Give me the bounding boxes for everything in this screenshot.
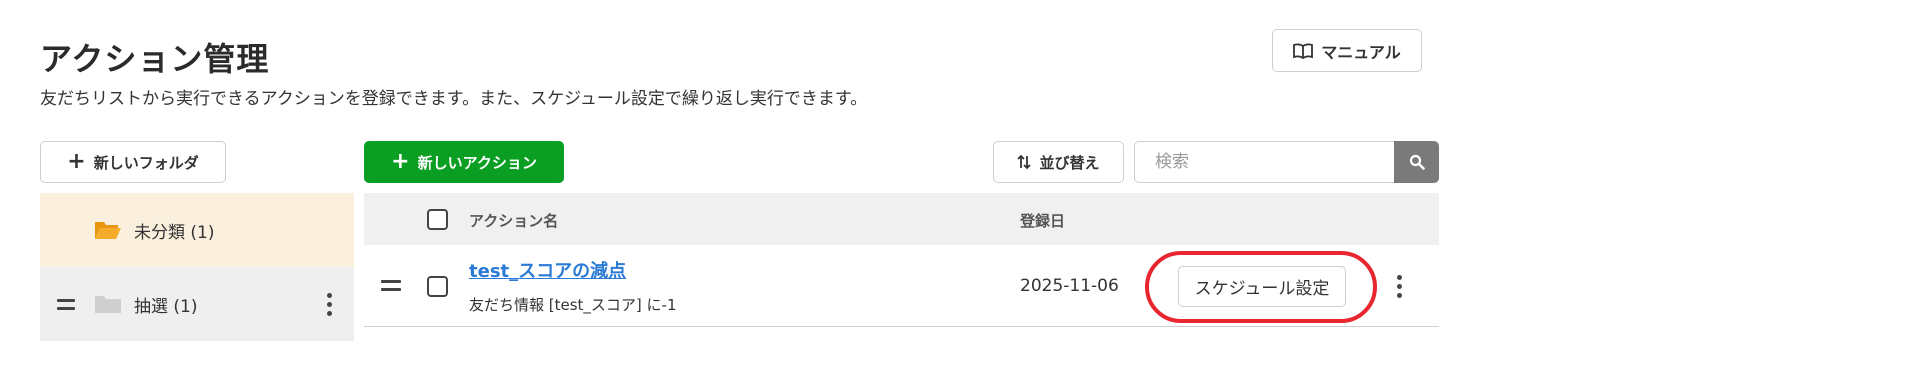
new-folder-label: 新しいフォルダ — [93, 153, 199, 172]
sort-button[interactable]: 並び替え — [993, 141, 1124, 183]
folder-list: 未分類 (1) 抽選 (1) — [40, 193, 354, 341]
book-icon — [1293, 42, 1314, 59]
table-header: アクション名 登録日 — [364, 193, 1439, 245]
search-bar — [1134, 141, 1439, 183]
folder-name: 抽選 (1) — [134, 296, 198, 317]
sort-arrows-icon — [1017, 154, 1032, 170]
folder-item-lottery[interactable]: 抽選 (1) — [40, 267, 354, 341]
folder-name: 未分類 (1) — [134, 222, 215, 243]
manual-button-label: マニュアル — [1321, 42, 1401, 62]
new-action-label: 新しいアクション — [417, 153, 537, 172]
column-header-name: アクション名 — [469, 212, 559, 230]
sort-label: 並び替え — [1039, 153, 1100, 172]
column-header-date: 登録日 — [1020, 212, 1066, 230]
folder-item-uncategorized[interactable]: 未分類 (1) — [40, 193, 354, 267]
drag-handle-icon[interactable] — [57, 298, 75, 310]
plus-icon: + — [67, 149, 86, 174]
folder-icon — [95, 296, 121, 313]
row-checkbox[interactable] — [427, 276, 448, 297]
search-icon — [1409, 154, 1425, 170]
schedule-settings-button[interactable]: スケジュール設定 — [1178, 266, 1346, 307]
search-button[interactable] — [1394, 141, 1439, 183]
action-detail: 友だち情報 [test_スコア] に-1 — [469, 296, 677, 314]
manual-button[interactable]: マニュアル — [1272, 29, 1422, 72]
folder-open-icon — [95, 222, 121, 239]
registration-date: 2025-11-06 — [1020, 276, 1119, 296]
action-name-link[interactable]: test_スコアの減点 — [469, 257, 626, 283]
drag-handle-icon[interactable] — [381, 280, 401, 291]
actions-table: アクション名 登録日 test_スコアの減点 友だち情報 [test_スコア] … — [364, 193, 1439, 327]
select-all-checkbox[interactable] — [427, 209, 448, 230]
more-vertical-icon[interactable] — [1397, 275, 1402, 298]
new-folder-button[interactable]: + 新しいフォルダ — [40, 141, 226, 183]
more-vertical-icon[interactable] — [327, 292, 332, 316]
new-action-button[interactable]: + 新しいアクション — [364, 141, 564, 183]
search-input[interactable] — [1134, 141, 1394, 183]
page-title: アクション管理 — [40, 40, 270, 78]
table-row: test_スコアの減点 友だち情報 [test_スコア] に-1 2025-11… — [364, 245, 1439, 327]
plus-icon: + — [391, 149, 410, 174]
page-description: 友だちリストから実行できるアクションを登録できます。また、スケジュール設定で繰り… — [40, 89, 868, 109]
